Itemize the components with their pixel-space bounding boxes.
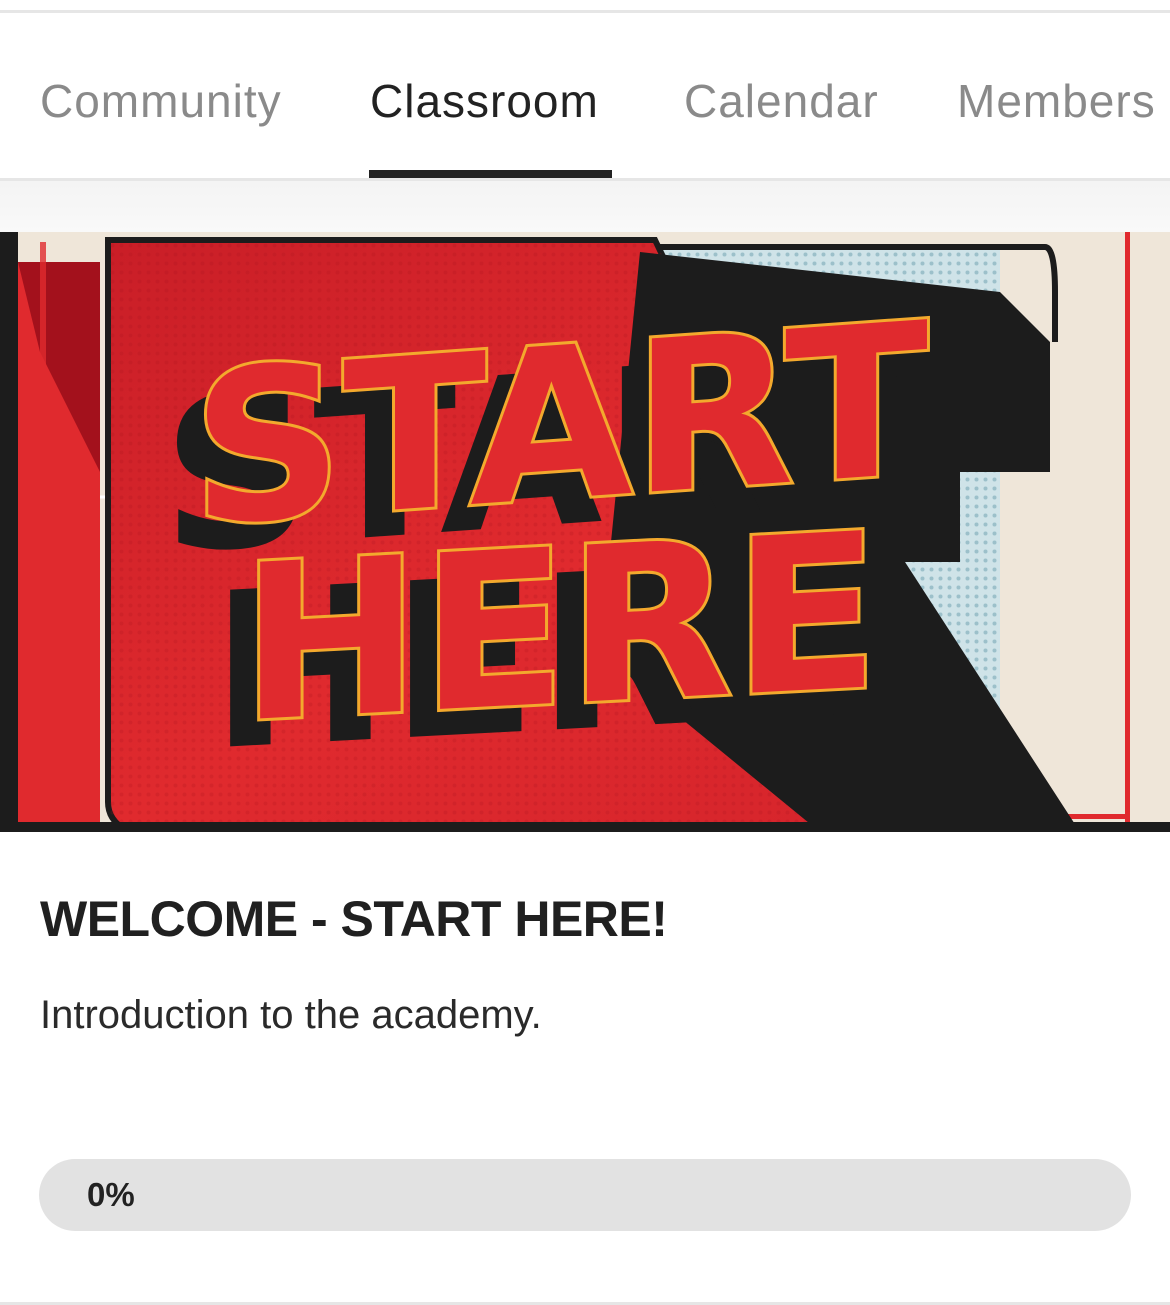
banner-text-here: HERE bbox=[240, 486, 879, 770]
tab-bar: Community Classroom Calendar Members bbox=[0, 13, 1170, 181]
classroom-page: Community Classroom Calendar Members STA… bbox=[0, 0, 1170, 1305]
course-progress-bar: 0% bbox=[39, 1159, 1131, 1231]
course-title[interactable]: WELCOME - START HERE! bbox=[40, 888, 668, 950]
tab-classroom[interactable]: Classroom bbox=[370, 73, 599, 129]
progress-label: 0% bbox=[87, 1176, 135, 1213]
start-here-illustration: START HERE START HERE bbox=[0, 232, 1170, 832]
content-top-strip bbox=[0, 181, 1170, 232]
tab-members[interactable]: Members bbox=[957, 73, 1156, 129]
tab-community[interactable]: Community bbox=[40, 73, 282, 129]
course-description: Introduction to the academy. bbox=[40, 993, 542, 1037]
course-cover-image[interactable]: START HERE START HERE bbox=[0, 232, 1170, 832]
tab-calendar[interactable]: Calendar bbox=[684, 73, 879, 129]
